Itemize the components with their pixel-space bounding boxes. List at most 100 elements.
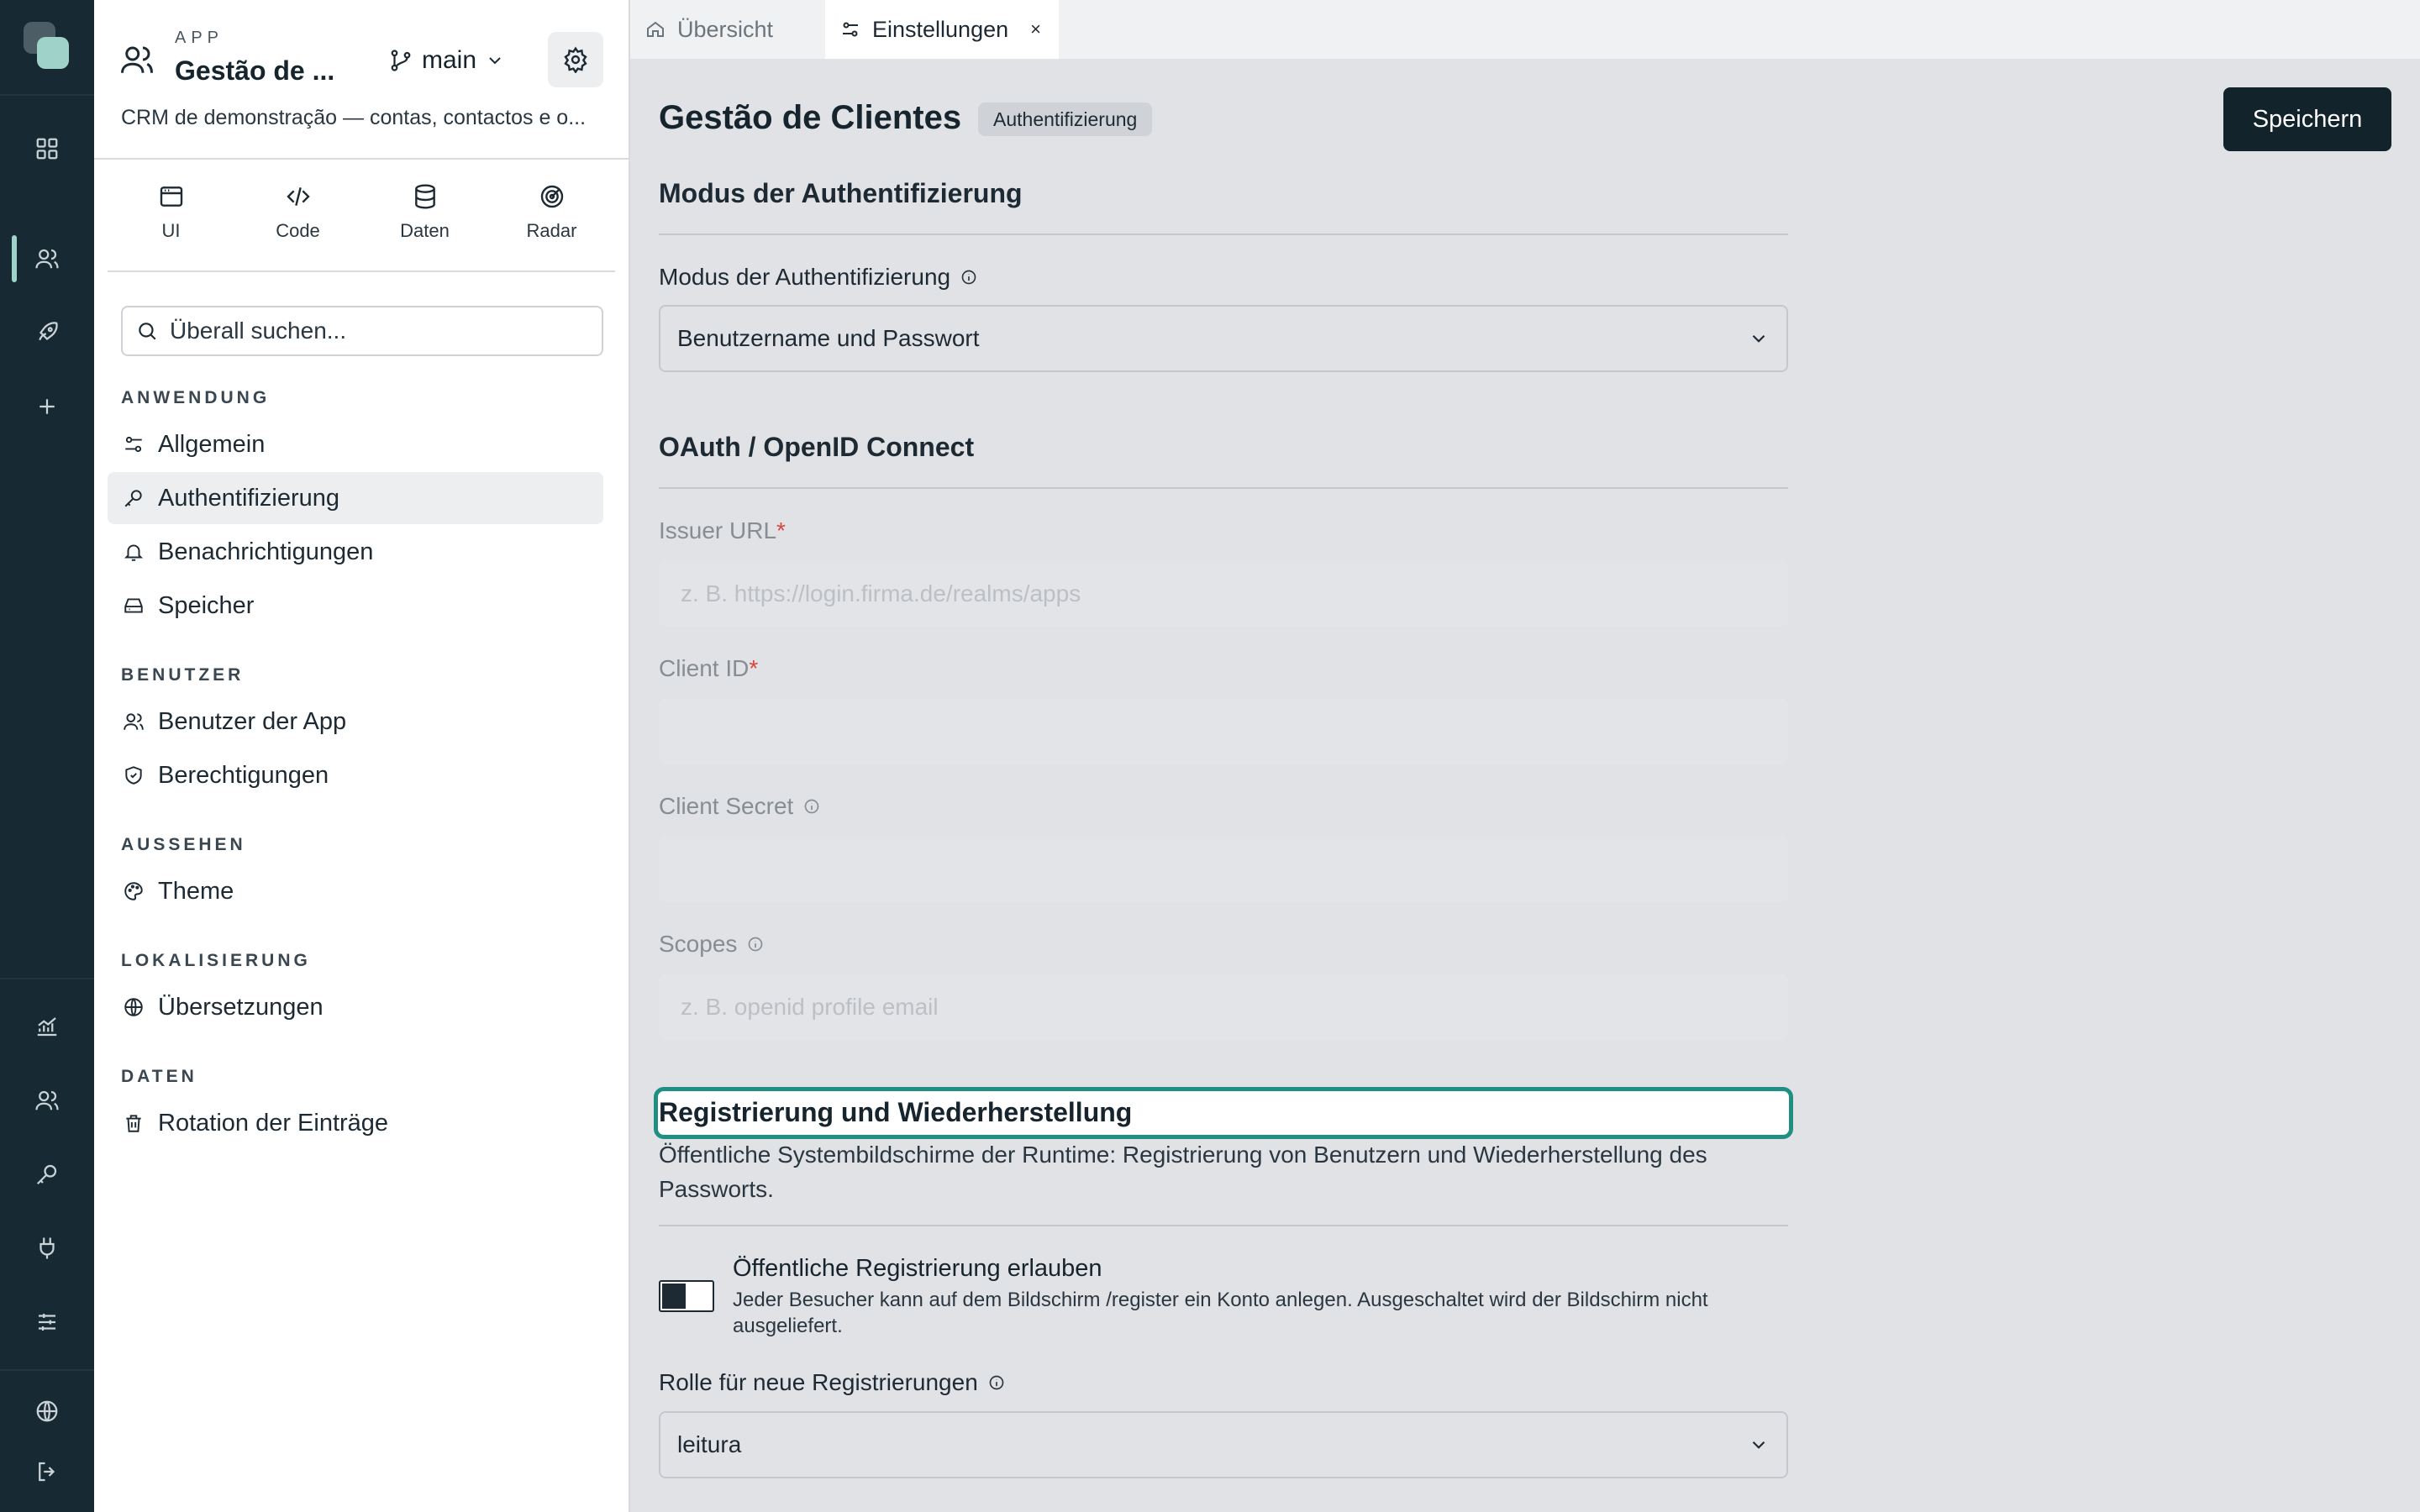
nav-section-title: AUSSEHEN: [121, 835, 246, 854]
dashboard-icon[interactable]: [29, 130, 66, 167]
mode-label: Radar: [526, 220, 577, 241]
radar-icon: [539, 183, 566, 210]
field-label-text: Client ID: [659, 655, 750, 681]
page-badge: Authentifizierung: [978, 102, 1153, 136]
section-heading: OAuth / OpenID Connect: [659, 432, 975, 462]
mode-radar[interactable]: Radar: [488, 160, 615, 270]
sidebar-item-label: Berechtigungen: [158, 761, 329, 789]
sidebar-item-uebersetzungen[interactable]: Übersetzungen: [108, 981, 603, 1033]
main-content: Übersicht Einstellungen × Gestão de Clie…: [630, 0, 2420, 1512]
divider: [659, 487, 1788, 489]
page-title: Gestão de Clientes: [659, 99, 962, 136]
plus-icon[interactable]: [29, 388, 66, 425]
sliders-icon: [840, 19, 860, 39]
globe-icon[interactable]: [29, 1393, 66, 1430]
role-select[interactable]: leitura: [659, 1411, 1788, 1478]
sidebar-item-berechtigungen[interactable]: Berechtigungen: [108, 749, 603, 801]
tab-bar: Übersicht Einstellungen ×: [630, 0, 2420, 59]
search-icon: [136, 320, 158, 342]
rail-active-indicator: [12, 235, 17, 282]
field-label: Client Secret: [659, 793, 820, 820]
git-branch-icon: [388, 48, 413, 73]
section-heading: Modus der Authentifizierung: [659, 178, 1023, 208]
sliders-icon: [123, 433, 145, 455]
nav-section-title: BENUTZER: [121, 665, 245, 685]
sidebar-item-label: Allgemein: [158, 430, 266, 458]
toggle-help-text: Jeder Besucher kann auf dem Bildschirm /…: [733, 1289, 1708, 1337]
plug-icon[interactable]: [29, 1230, 66, 1267]
issuer-url-input[interactable]: z. B. https://login.firma.de/realms/apps: [659, 561, 1788, 627]
divider: [0, 978, 94, 979]
tab-label: Einstellungen: [872, 16, 1009, 42]
nav-section-title: DATEN: [121, 1067, 197, 1086]
logo[interactable]: [24, 22, 71, 71]
client-secret-input[interactable]: [659, 837, 1788, 902]
sidebar-item-label: Theme: [158, 877, 234, 905]
sidebar-item-benutzer[interactable]: Benutzer der App: [108, 696, 603, 748]
key-icon[interactable]: [29, 1156, 66, 1193]
info-icon[interactable]: [803, 798, 820, 815]
sidebar-item-label: Benutzer der App: [158, 707, 347, 735]
chevron-down-icon: [485, 50, 505, 71]
logout-icon[interactable]: [29, 1453, 66, 1490]
globe-icon: [123, 996, 145, 1018]
analytics-icon[interactable]: [29, 1008, 66, 1045]
settings-sidebar: APP Gestão de ... main CRM de demonstraç…: [94, 0, 630, 1512]
sidebar-item-authentifizierung[interactable]: Authentifizierung: [108, 472, 603, 524]
close-icon[interactable]: ×: [1030, 18, 1041, 40]
palette-icon: [123, 880, 145, 902]
app-title: Gestão de ...: [175, 55, 335, 86]
window-icon: [158, 183, 185, 210]
sidebar-item-allgemein[interactable]: Allgemein: [108, 418, 603, 470]
field-label-text: Issuer URL: [659, 517, 777, 543]
branch-name: main: [422, 46, 477, 74]
home-icon: [645, 19, 666, 39]
info-icon[interactable]: [960, 269, 977, 286]
nav-section-title: LOKALISIERUNG: [121, 951, 311, 970]
team-icon[interactable]: [29, 1082, 66, 1119]
sidebar-item-rotation[interactable]: Rotation der Einträge: [108, 1097, 603, 1149]
settings-sliders-icon[interactable]: [29, 1304, 66, 1341]
divider: [0, 1369, 94, 1371]
users-icon[interactable]: [29, 240, 66, 277]
info-icon[interactable]: [988, 1374, 1005, 1391]
mode-daten[interactable]: Daten: [361, 160, 488, 270]
info-icon[interactable]: [747, 936, 764, 953]
field-label-text: Client Secret: [659, 793, 794, 819]
chevron-down-icon: [1748, 1434, 1770, 1456]
public-registration-toggle[interactable]: [659, 1280, 714, 1312]
tab-einstellungen[interactable]: Einstellungen ×: [825, 0, 1059, 59]
sidebar-item-speicher[interactable]: Speicher: [108, 580, 603, 632]
rocket-icon[interactable]: [29, 314, 66, 351]
field-label: Scopes: [659, 931, 764, 958]
select-value: Benutzername und Passwort: [677, 325, 980, 351]
toggle-label: Öffentliche Registrierung erlauben: [733, 1255, 1102, 1282]
field-label-text: Modus der Authentifizierung: [659, 264, 951, 290]
section-heading: Registrierung und Wiederherstellung: [659, 1097, 1133, 1127]
auth-mode-select[interactable]: Benutzername und Passwort: [659, 305, 1788, 372]
input-placeholder: z. B. openid profile email: [681, 994, 939, 1020]
field-label: Client ID*: [659, 655, 758, 682]
save-button[interactable]: Speichern: [2223, 87, 2391, 151]
app-kicker: APP: [175, 29, 224, 47]
search-input[interactable]: Überall suchen...: [121, 306, 603, 356]
field-label: Issuer URL*: [659, 517, 786, 544]
app-settings-button[interactable]: [548, 32, 603, 87]
mode-code[interactable]: Code: [234, 160, 361, 270]
divider: [659, 234, 1788, 235]
users-icon: [123, 711, 145, 732]
icon-rail: [0, 0, 94, 1512]
key-icon: [123, 487, 145, 509]
sidebar-item-label: Übersetzungen: [158, 993, 324, 1021]
client-id-input[interactable]: [659, 699, 1788, 764]
mode-ui[interactable]: UI: [108, 160, 234, 270]
section-description: Öffentliche Systembildschirme der Runtim…: [659, 1142, 1707, 1202]
tab-uebersicht[interactable]: Übersicht: [630, 0, 825, 59]
scopes-input[interactable]: z. B. openid profile email: [659, 974, 1788, 1040]
app-header: APP Gestão de ... main CRM de demonstraç…: [94, 0, 629, 160]
sidebar-item-benachrichtigungen[interactable]: Benachrichtigungen: [108, 526, 603, 578]
branch-selector[interactable]: main: [388, 42, 505, 79]
code-icon: [285, 183, 312, 210]
mode-label: Code: [276, 220, 320, 241]
sidebar-item-theme[interactable]: Theme: [108, 865, 603, 917]
